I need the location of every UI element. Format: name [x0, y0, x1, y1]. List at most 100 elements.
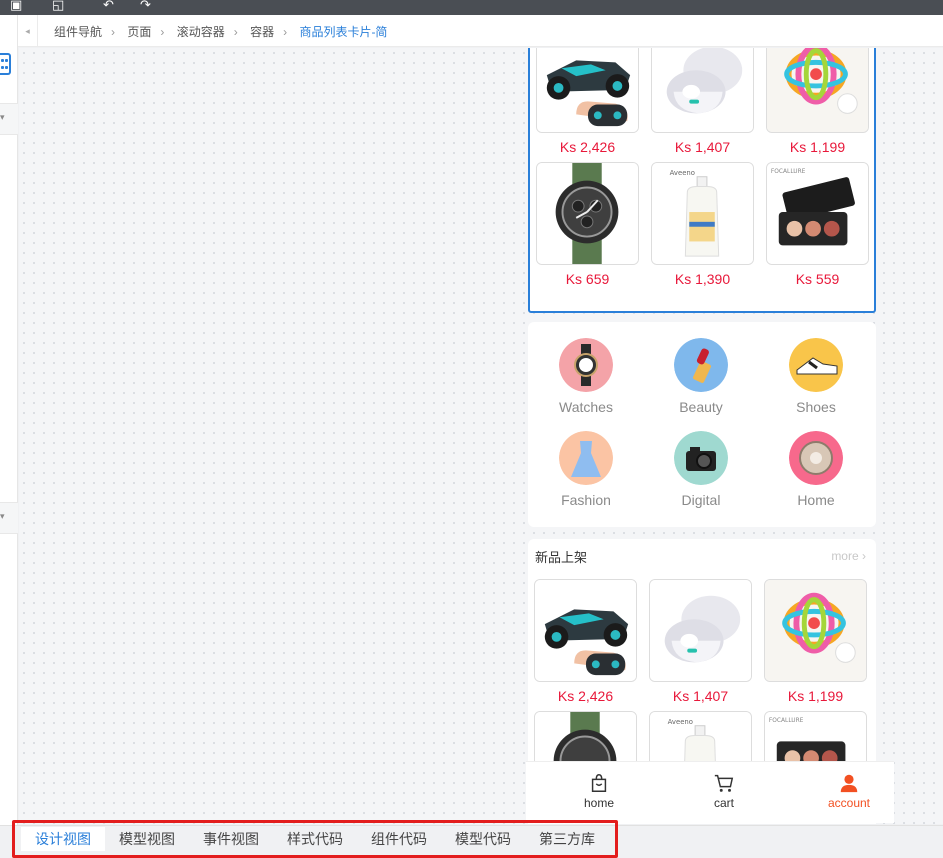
caret-down-icon: ▾ — [0, 112, 5, 122]
caret-down-icon: ▾ — [0, 511, 5, 521]
product-price: Ks 2,426 — [557, 688, 614, 704]
preview-icon[interactable]: ◱ — [52, 0, 64, 12]
tab-model-code[interactable]: 模型代码 — [441, 827, 525, 851]
product-price: Ks 559 — [795, 271, 840, 287]
breadcrumb: 组件导航 › 页面 › 滚动容器 › 容器 › 商品列表卡片-简 — [54, 23, 387, 40]
baby-toy-image — [766, 48, 869, 133]
earbuds-image — [649, 579, 752, 682]
breadcrumb-bar: ◂ 组件导航 › 页面 › 滚动容器 › 容器 › 商品列表卡片-简 — [18, 15, 943, 47]
tab-home[interactable]: home — [549, 762, 649, 810]
camera-icon — [674, 431, 728, 485]
undo-icon[interactable]: ↶ — [103, 0, 114, 12]
product-item[interactable]: Ks 1,407 — [649, 579, 752, 711]
breadcrumb-item[interactable]: 组件导航 — [54, 25, 102, 39]
save-icon[interactable]: ▣ — [10, 0, 22, 12]
eyeshadow-image: FOCALLURE — [766, 162, 869, 265]
top-toolbar: ▣ ◱ ↶ ↷ — [0, 0, 943, 15]
component-grid-icon[interactable] — [0, 53, 11, 75]
baby-toy-image — [764, 579, 867, 682]
svg-text:Aveeno: Aveeno — [670, 169, 695, 177]
watch-icon — [559, 338, 613, 392]
chevron-right-icon: › — [111, 25, 116, 39]
tab-event-view[interactable]: 事件视图 — [189, 827, 273, 851]
tab-account[interactable]: account — [799, 762, 894, 810]
product-price: Ks 1,407 — [674, 139, 731, 155]
chevron-right-icon: › — [858, 549, 866, 563]
rc-car-image — [534, 579, 637, 682]
earbuds-image — [651, 48, 754, 133]
category-shoes[interactable]: Shoes — [766, 338, 866, 415]
product-price: Ks 2,426 — [559, 139, 616, 155]
design-canvas[interactable]: Ks 2,426 Ks 1,407 Ks 1,199 Ks 659 Aveeno… — [19, 48, 943, 824]
category-home[interactable]: Home — [766, 431, 866, 508]
product-item[interactable]: FOCALLURE Ks 559 — [766, 162, 869, 294]
more-link[interactable]: more › — [831, 549, 866, 563]
shopping-bag-icon — [549, 762, 649, 796]
chevron-right-icon: › — [283, 25, 288, 39]
tab-style-code[interactable]: 样式代码 — [273, 827, 357, 851]
category-label: Beauty — [679, 399, 723, 415]
product-item[interactable]: Ks 1,199 — [766, 48, 869, 162]
bottom-tabbar: home cart account — [526, 761, 894, 823]
view-tabbar: 设计视图 模型视图 事件视图 样式代码 组件代码 模型代码 第三方库 — [0, 820, 943, 858]
tab-label: account — [827, 796, 871, 810]
watch-image — [536, 162, 639, 265]
product-item[interactable]: Ks 1,407 — [651, 48, 754, 162]
product-item[interactable]: Aveeno Ks 1,390 — [651, 162, 754, 294]
product-grid: Ks 2,426 Ks 1,407 — [536, 48, 869, 294]
sidebar-section-collapse[interactable]: ▾ — [0, 103, 18, 135]
left-sidebar: ▾ ▾ — [0, 15, 18, 825]
category-beauty[interactable]: Beauty — [651, 338, 751, 415]
breadcrumb-item[interactable]: 滚动容器 — [177, 25, 225, 39]
breadcrumb-item[interactable]: 页面 — [127, 25, 151, 39]
svg-text:FOCALLURE: FOCALLURE — [769, 718, 804, 724]
chevron-right-icon: › — [233, 25, 238, 39]
category-label: Watches — [559, 399, 613, 415]
lotion-image: Aveeno — [651, 162, 754, 265]
more-label: more — [831, 549, 859, 563]
breadcrumb-item[interactable]: 容器 — [250, 25, 274, 39]
tab-label: cart — [713, 796, 734, 810]
tab-model-view[interactable]: 模型视图 — [105, 827, 189, 851]
tab-label: home — [583, 796, 615, 810]
view-tabs-highlight: 设计视图 模型视图 事件视图 样式代码 组件代码 模型代码 第三方库 — [12, 820, 618, 858]
redo-icon[interactable]: ↷ — [140, 0, 151, 12]
product-item[interactable]: Ks 2,426 — [534, 579, 637, 711]
tab-cart[interactable]: cart — [674, 762, 774, 810]
product-price: Ks 1,407 — [672, 688, 729, 704]
tab-design-view[interactable]: 设计视图 — [21, 827, 105, 851]
product-price: Ks 659 — [565, 271, 610, 287]
category-label: Digital — [681, 492, 721, 508]
lipstick-icon — [674, 338, 728, 392]
product-price: Ks 1,199 — [787, 688, 844, 704]
user-icon — [799, 762, 894, 796]
product-item[interactable]: Ks 2,426 — [536, 48, 639, 162]
svg-text:FOCALLURE: FOCALLURE — [771, 169, 806, 175]
robot-vacuum-icon — [789, 431, 843, 485]
collapse-left-icon[interactable]: ◂ — [18, 15, 38, 47]
product-price: Ks 1,390 — [674, 271, 731, 287]
product-item[interactable]: Ks 1,199 — [764, 579, 867, 711]
category-label: Fashion — [561, 492, 611, 508]
category-digital[interactable]: Digital — [651, 431, 751, 508]
product-item[interactable]: Ks 659 — [536, 162, 639, 294]
breadcrumb-current: 商品列表卡片-简 — [299, 25, 388, 39]
rc-car-image — [536, 48, 639, 133]
section-title: 新品上架 — [535, 550, 588, 565]
category-card: Watches Beauty Shoes Fashion Digital Hom… — [528, 322, 876, 527]
category-watches[interactable]: Watches — [536, 338, 636, 415]
chevron-right-icon: › — [160, 25, 165, 39]
product-price: Ks 1,199 — [789, 139, 846, 155]
category-fashion[interactable]: Fashion — [536, 431, 636, 508]
cart-icon — [674, 762, 774, 796]
shoe-icon — [789, 338, 843, 392]
tab-third-party-libs[interactable]: 第三方库 — [525, 827, 609, 851]
sidebar-section-collapse-2[interactable]: ▾ — [0, 502, 18, 534]
phone-preview: Ks 2,426 Ks 1,407 Ks 1,199 Ks 659 Aveeno… — [526, 48, 894, 824]
svg-text:Aveeno: Aveeno — [668, 718, 693, 726]
product-list-card-selected[interactable]: Ks 2,426 Ks 1,407 Ks 1,199 Ks 659 Aveeno… — [528, 48, 876, 313]
dress-icon — [559, 431, 613, 485]
category-label: Shoes — [796, 399, 836, 415]
category-label: Home — [797, 492, 835, 508]
tab-component-code[interactable]: 组件代码 — [357, 827, 441, 851]
